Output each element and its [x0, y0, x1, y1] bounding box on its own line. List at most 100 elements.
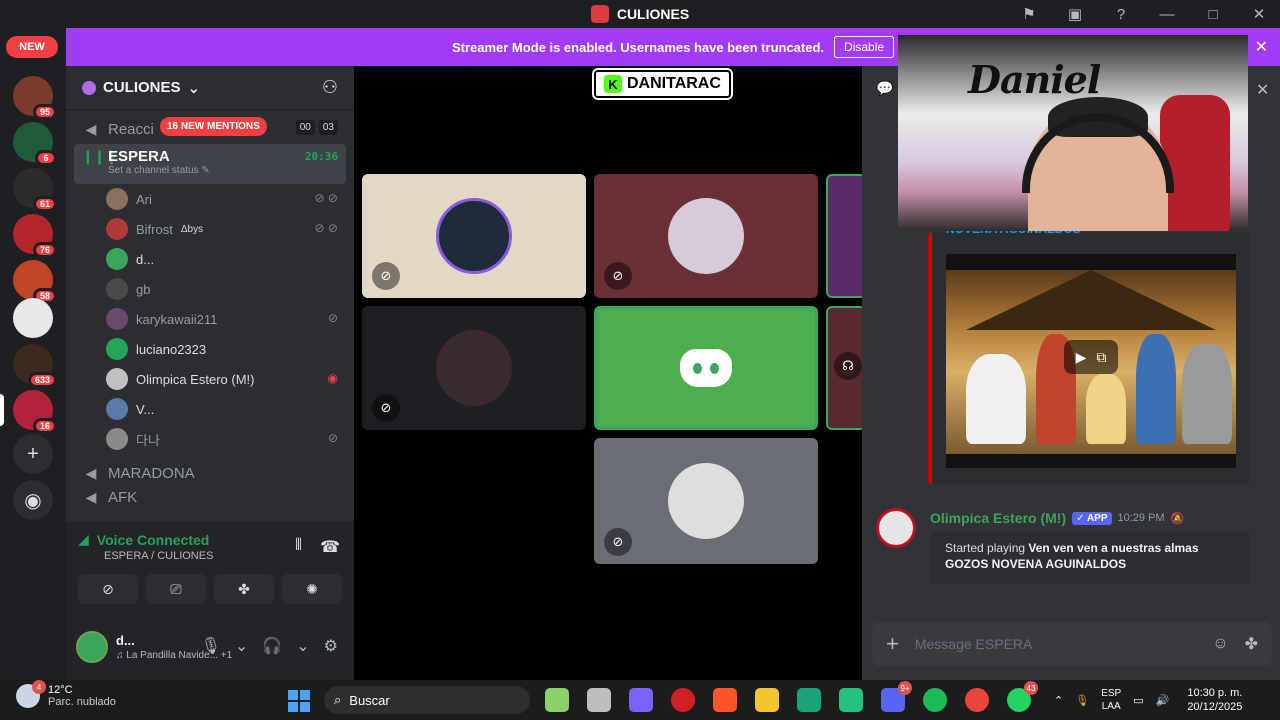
guild-header[interactable]: CULIONES ⌄ ⚇ [66, 66, 354, 110]
voice-user[interactable]: gb [106, 274, 354, 304]
message-author[interactable]: Olimpica Estero (M!) [930, 510, 1066, 526]
banner-close-icon[interactable]: ✕ [1255, 37, 1268, 57]
add-server-button[interactable]: + [13, 434, 53, 474]
play-button[interactable]: ▶ ⧉ [1064, 340, 1118, 374]
clock-date: 20/12/2025 [1187, 701, 1243, 713]
server-icon[interactable]: 95 [13, 76, 57, 120]
activities-button[interactable]: ✤ [214, 574, 274, 604]
server-icon[interactable] [13, 298, 53, 338]
close-icon[interactable]: ✕ [1248, 3, 1270, 25]
channel-status[interactable]: Set a channel status ✎ [108, 165, 210, 176]
gear-icon[interactable]: ⚙ [324, 636, 338, 656]
message-input[interactable] [914, 636, 1197, 652]
participant-tile[interactable]: ⊘ [594, 438, 818, 564]
microphone-icon[interactable]: 🎙 [201, 636, 221, 656]
participant-tile-partial[interactable]: ☊ [826, 306, 862, 430]
muted-icon: ⊘ [372, 394, 400, 422]
server-icon[interactable]: 58 [13, 260, 57, 304]
chevron-up-icon[interactable]: ⌃ [1054, 694, 1063, 707]
microphone-tray-icon[interactable]: 🎙 [1075, 694, 1089, 707]
whatsapp-app-icon[interactable]: 43 [1007, 681, 1038, 712]
voice-user[interactable]: 다나 ⊘ [106, 424, 354, 454]
network-icon[interactable]: ▭ [1133, 694, 1143, 707]
voice-user[interactable]: Ari ⊘ ⊘ [106, 184, 354, 214]
app-tag-text: APP [1086, 512, 1108, 524]
weather-widget[interactable]: 4 12°C Parc. nublado [16, 680, 116, 708]
voice-user[interactable]: V... [106, 394, 354, 424]
windows-taskbar: 4 12°C Parc. nublado ⌕ Buscar 9+ 43 ⌃ 🎙 E… [0, 680, 1280, 720]
participant-tile-speaking[interactable] [594, 306, 818, 430]
add-attachment-icon[interactable]: + [886, 631, 899, 657]
participant-tile[interactable]: ⊘ [362, 306, 586, 430]
chrome-app-icon[interactable] [965, 688, 989, 712]
play-icon: ▶ [1075, 348, 1087, 365]
clock[interactable]: 10:30 p. m. 20/12/2025 [1187, 686, 1242, 714]
new-mentions-pill[interactable]: 16 NEW MENTIONS [160, 117, 267, 136]
disconnect-icon[interactable]: ☎ [320, 537, 340, 557]
spotify-app-icon[interactable] [923, 688, 947, 712]
chat-threads-icon[interactable]: 💬 [876, 80, 893, 97]
maximize-icon[interactable]: □ [1202, 3, 1224, 25]
voice-channel-reacciones[interactable]: ◀ Reacci 16 NEW MENTIONS 00 03 [74, 114, 346, 144]
minimize-icon[interactable]: — [1156, 3, 1178, 25]
soundboard-button[interactable]: ✺ [282, 574, 342, 604]
avatar [106, 308, 128, 330]
muted-deafened-icon: ⊘ ⊘ [314, 221, 338, 235]
user-panel[interactable]: d... ♫ La Pandilla Navide... +1 🎙 ⌄ 🎧 ⌄ … [66, 614, 354, 680]
server-icon[interactable]: 61 [13, 168, 57, 212]
noise-suppression-icon[interactable]: ⦀ [295, 537, 302, 557]
avatar[interactable] [876, 508, 916, 548]
gaming-chair [1160, 95, 1230, 231]
server-icon[interactable]: 76 [13, 214, 57, 258]
participant-tile[interactable]: ⊘ [362, 174, 586, 298]
apps-icon[interactable]: ✤ [1245, 634, 1258, 654]
participant-tile-partial[interactable] [826, 174, 862, 298]
new-badge[interactable]: NEW [6, 36, 58, 58]
server-icon[interactable]: 16 [0, 390, 57, 434]
start-button[interactable] [288, 690, 310, 712]
screen-share-button[interactable]: ⎚ [146, 574, 206, 604]
terminal-app-icon[interactable] [797, 688, 821, 712]
emoji-icon[interactable]: ☺ [1212, 635, 1228, 653]
video-thumbnail[interactable]: ▶ ⧉ [946, 254, 1236, 468]
chevron-down-icon[interactable]: ⌄ [235, 636, 248, 656]
voice-channel-espera[interactable]: ❙❙❙ ESPERA 20:36 Set a channel status ✎ [74, 144, 346, 184]
voice-user[interactable]: Bifrost Δbys ⊘ ⊘ [106, 214, 354, 244]
inbox-icon[interactable]: ▣ [1064, 3, 1086, 25]
opera-app-icon[interactable] [671, 688, 695, 712]
copilot-app-icon[interactable] [629, 688, 653, 712]
task-view-app-icon[interactable] [587, 688, 611, 712]
voice-user[interactable]: karykawaii211 ⊘ [106, 304, 354, 334]
volume-icon[interactable]: 🔊 [1156, 694, 1170, 707]
help-icon[interactable]: ? [1110, 3, 1132, 25]
discover-button[interactable]: ◉ [13, 480, 53, 520]
voice-channel-afk[interactable]: ◀ AFK [74, 488, 346, 506]
voice-user[interactable]: d... [106, 244, 354, 274]
camera-off-button[interactable]: ⊘ [78, 574, 138, 604]
chat-close-icon[interactable]: ✕ [1256, 80, 1269, 100]
voice-connected-panel: ◢ Voice Connected ESPERA / CULIONES ⦀ ☎ … [66, 521, 354, 614]
voice-user-name: Olimpica Estero (M!) [136, 371, 255, 387]
brave-app-icon[interactable] [713, 688, 737, 712]
disable-button[interactable]: Disable [834, 36, 895, 58]
input-language[interactable]: ESP LAA [1101, 687, 1121, 713]
invite-people-icon[interactable]: ⚇ [322, 77, 338, 98]
obs-app-icon[interactable] [839, 688, 863, 712]
widgets-app-icon[interactable] [545, 688, 569, 712]
server-icon[interactable]: 6 [13, 122, 57, 166]
avatar[interactable] [76, 631, 108, 663]
headphones-icon[interactable]: 🎧 [262, 636, 282, 656]
flag-icon[interactable]: ⚑ [1018, 3, 1040, 25]
voice-user[interactable]: luciano2323 [106, 334, 354, 364]
voice-status[interactable]: Voice Connected [97, 532, 210, 548]
server-icon[interactable]: 633 [13, 344, 57, 388]
discord-app-icon[interactable]: 9+ [881, 681, 912, 712]
taskbar-search[interactable]: ⌕ Buscar [324, 686, 530, 714]
participant-tile[interactable]: ⊘ [594, 174, 818, 298]
chevron-down-icon[interactable]: ⌄ [296, 636, 309, 656]
speaker-icon: ◀ [85, 488, 97, 505]
avatar [668, 463, 744, 539]
voice-user[interactable]: Olimpica Estero (M!) ◉ [106, 364, 354, 394]
explorer-app-icon[interactable] [755, 688, 779, 712]
voice-channel-maradona[interactable]: ◀ MARADONA [74, 458, 346, 488]
